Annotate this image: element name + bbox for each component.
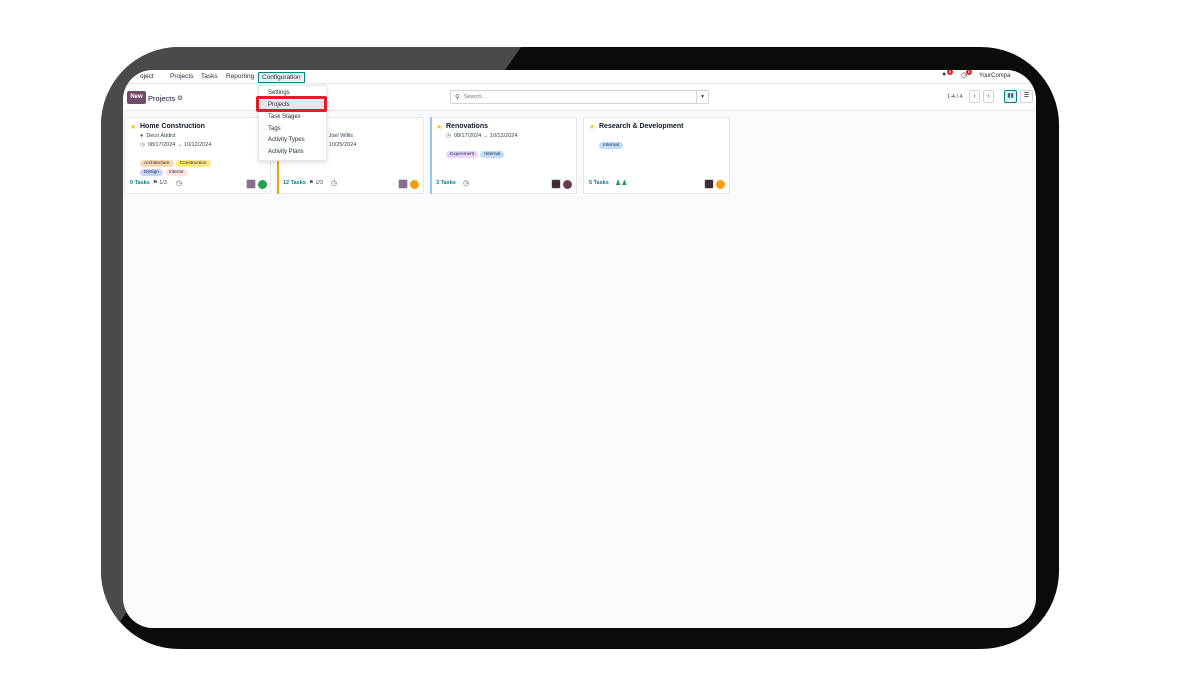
avatar[interactable] xyxy=(551,179,561,189)
people-group-icon: ♟♟ xyxy=(615,180,628,187)
task-count: 5 Tasks xyxy=(589,180,609,186)
favorite-star-icon[interactable]: ★ xyxy=(130,123,136,131)
task-count: 3 Tasks xyxy=(436,180,456,186)
annotation-highlight-box xyxy=(256,96,327,112)
menu-item-activity-types[interactable]: Activity Types xyxy=(268,137,305,143)
tag: Internal xyxy=(599,142,623,149)
clock-icon: ◷ xyxy=(446,133,451,139)
status-dot[interactable] xyxy=(410,180,419,189)
project-name: Research & Development xyxy=(599,123,684,130)
project-card[interactable]: ★ Home Construction ● Deco Addict ◷ 08/17/… xyxy=(124,117,271,194)
page-title: Projects xyxy=(148,94,176,103)
search-icon: ⚲ xyxy=(455,94,460,101)
nav-projects[interactable]: Projects xyxy=(170,73,193,80)
pager-value[interactable]: 1-4 / 4 xyxy=(947,94,963,100)
tag-list-row2: Design Interior xyxy=(140,160,190,178)
person-icon: ● xyxy=(140,133,144,139)
search-bar[interactable]: ⚲ ▼ xyxy=(450,90,709,104)
chat-icon[interactable]: ● 8 xyxy=(942,70,953,80)
task-count: 12 Tasks xyxy=(283,180,306,186)
task-count-link[interactable]: 0 Tasks ⚑ 1/3 xyxy=(130,180,167,186)
new-button[interactable]: New xyxy=(127,91,146,104)
project-name: Renovations xyxy=(446,123,489,130)
app-name[interactable]: oject xyxy=(140,73,154,80)
menu-item-task-stages[interactable]: Task Stages xyxy=(268,114,301,120)
project-dates: ◷ 08/17/2024 → 10/12/2024 xyxy=(140,142,211,148)
status-dot[interactable] xyxy=(563,180,572,189)
tag-list: Internal xyxy=(599,133,625,151)
project-customer: ● Deco Addict xyxy=(140,133,176,139)
nav-reporting[interactable]: Reporting xyxy=(226,73,254,80)
activity-clock-icon[interactable]: ◷ xyxy=(463,179,469,187)
favorite-star-icon[interactable]: ★ xyxy=(436,123,442,131)
tag: Experiment xyxy=(446,151,479,158)
tag: Interior xyxy=(164,169,188,176)
task-count-link[interactable]: 5 Tasks xyxy=(589,180,609,186)
app-screen: oject Projects Tasks Reporting Configura… xyxy=(123,70,1036,628)
search-toggle-caret-icon[interactable]: ▼ xyxy=(696,91,708,103)
nav-tasks[interactable]: Tasks xyxy=(201,73,218,80)
menu-item-activity-plans[interactable]: Activity Plans xyxy=(268,149,304,155)
status-dot[interactable] xyxy=(716,180,725,189)
avatar[interactable] xyxy=(704,179,714,189)
milestone-count: 1/3 xyxy=(315,180,323,186)
nav-configuration[interactable]: Configuration xyxy=(258,72,305,83)
project-dates: ◷ 08/17/2024 → 10/12/2024 xyxy=(446,133,517,139)
pager-next-chevron-icon[interactable]: › xyxy=(983,90,994,103)
project-card[interactable]: ★ Renovations ◷ 08/17/2024 → 10/12/2024 E… xyxy=(430,117,577,194)
dates-text: 08/17/2024 → 10/12/2024 xyxy=(453,133,518,139)
pager-prev-chevron-icon[interactable]: ‹ xyxy=(969,90,980,103)
clock-icon: ◷ xyxy=(140,142,145,148)
search-input[interactable] xyxy=(464,92,694,102)
tag: Design xyxy=(140,169,163,176)
activity-clock-icon[interactable]: ◷ xyxy=(331,179,337,187)
avatar[interactable] xyxy=(398,179,408,189)
kanban-view-icon[interactable]: ▮▮ xyxy=(1004,90,1017,103)
dates-text: 08/17/2024 → 10/12/2024 xyxy=(147,142,212,148)
task-count-link[interactable]: 3 Tasks xyxy=(436,180,456,186)
card-color-bar xyxy=(430,117,432,194)
list-view-icon[interactable]: ☰ xyxy=(1020,90,1033,103)
activity-clock-icon[interactable]: ◷ 8 xyxy=(961,70,972,80)
milestone-flag-icon: ⚑ 1/3 xyxy=(308,180,323,186)
project-name: Home Construction xyxy=(140,123,205,130)
chat-badge: 8 xyxy=(947,70,953,75)
gear-icon[interactable]: ⚙ xyxy=(177,94,183,102)
task-count: 0 Tasks xyxy=(130,180,150,186)
favorite-star-icon[interactable]: ★ xyxy=(589,123,595,131)
milestone-flag-icon: ⚑ 1/3 xyxy=(152,180,167,186)
menu-item-tags[interactable]: Tags xyxy=(268,126,281,132)
status-dot[interactable] xyxy=(258,180,267,189)
activity-clock-icon[interactable]: ◷ xyxy=(176,179,182,187)
task-count-link[interactable]: 12 Tasks ⚑ 1/3 xyxy=(283,180,323,186)
project-card[interactable]: ★ Research & Development Internal 5 Task… xyxy=(583,117,730,194)
activity-badge: 8 xyxy=(966,70,972,75)
customer-text: Deco Addict xyxy=(146,133,176,139)
milestone-count: 1/3 xyxy=(159,180,167,186)
tag: Internal xyxy=(480,151,505,158)
avatar[interactable] xyxy=(246,179,256,189)
tag-list: Experiment Internal xyxy=(446,142,506,160)
company-switcher[interactable]: YourCompa xyxy=(979,73,1010,79)
top-navbar: oject Projects Tasks Reporting Configura… xyxy=(123,70,1036,84)
